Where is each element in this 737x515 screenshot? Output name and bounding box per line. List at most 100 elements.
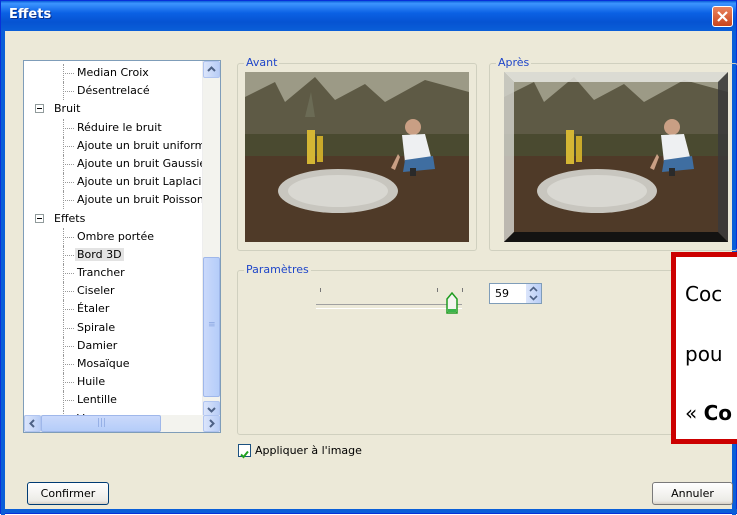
collapse-icon[interactable] <box>35 213 44 223</box>
tutorial-callout: Coc pou « Co <box>671 252 737 444</box>
after-image <box>504 72 728 242</box>
tree-item-label: Damier <box>77 338 118 352</box>
close-icon <box>717 11 728 22</box>
tree-list: Median Croix Désentrelacé Bruit Réduire le … <box>24 64 215 428</box>
chevron-left-icon <box>29 419 35 428</box>
tree-item-label: Bord 3D <box>75 247 124 261</box>
close-button[interactable] <box>712 6 733 27</box>
grip-icon: ≡ <box>208 320 216 330</box>
after-label: Après <box>496 56 532 69</box>
tree-connector <box>63 127 74 129</box>
tree-connector <box>63 91 74 93</box>
tree-item[interactable]: Trancher <box>24 264 210 283</box>
tree-item-label: Réduire le bruit <box>77 120 162 134</box>
garden-photo-before <box>245 72 469 242</box>
tree-connector <box>63 327 74 329</box>
tree-item[interactable]: Ajoute un bruit Laplacien <box>24 173 215 192</box>
tree-item-label: Huile <box>77 375 106 389</box>
before-image <box>245 72 469 242</box>
tree-item[interactable]: Ombre portée <box>24 227 210 246</box>
horizontal-scroll-thumb[interactable]: ||| <box>41 415 161 432</box>
grip-icon: ||| <box>97 418 107 428</box>
tree-item[interactable]: Mosaïque <box>24 355 210 373</box>
apply-to-image-label[interactable]: Appliquer à l'image <box>255 444 362 457</box>
tree-connector <box>63 182 74 184</box>
tree-connector <box>63 400 74 402</box>
tree-item[interactable]: Ajoute un bruit Gaussien <box>24 154 214 173</box>
tree-item[interactable]: Median Croix <box>24 64 210 82</box>
tree-item-label: Ajoute un bruit Gaussien <box>77 156 214 170</box>
window-border-left <box>1 31 5 515</box>
tree-item-label: Ajoute un bruit uniforme <box>77 138 213 152</box>
tree-item[interactable]: Spirale <box>24 318 210 337</box>
scroll-right-button[interactable] <box>203 415 220 432</box>
tree-item[interactable]: Ajoute un bruit Poisson <box>24 191 210 210</box>
tree-connector <box>63 200 74 202</box>
slider-tick <box>320 288 321 292</box>
tree-connector <box>63 345 74 347</box>
tree-item[interactable]: Étaler <box>24 300 210 319</box>
tree-group[interactable]: Bruit <box>24 100 210 118</box>
tree-item-label: Désentrelacé <box>77 84 150 98</box>
tree-connector <box>63 236 74 238</box>
tree-item-label: Spirale <box>77 320 116 334</box>
spinner-buttons[interactable] <box>526 284 541 303</box>
checkmark-icon <box>240 450 249 459</box>
tree-connector <box>63 291 74 293</box>
chevron-up-icon <box>207 66 216 72</box>
tree-vertical-scrollbar[interactable]: ≡ <box>202 61 220 418</box>
callout-line-3-prefix: « <box>685 401 704 425</box>
tree-item[interactable]: Ajoute un bruit uniforme <box>24 136 213 155</box>
tree-connector <box>63 73 74 74</box>
tree-item[interactable]: Huile <box>24 373 210 392</box>
parameters-label: Paramètres <box>244 263 311 276</box>
tree-item[interactable]: Réduire le bruit <box>24 118 210 137</box>
parameter-slider-track[interactable] <box>316 304 462 309</box>
cancel-button[interactable]: Annuler <box>652 482 733 505</box>
scroll-thumb[interactable]: ≡ <box>203 257 220 397</box>
slider-tick <box>462 288 463 292</box>
tree-item-label: Bruit <box>54 102 81 116</box>
effects-tree[interactable]: Median Croix Désentrelacé Bruit Réduire le … <box>23 60 221 433</box>
callout-line-3: « Co <box>685 401 732 425</box>
slider-thumb-icon <box>446 291 458 314</box>
tree-item[interactable]: Lentille <box>24 391 210 410</box>
tree-item[interactable]: Désentrelacé <box>24 82 210 101</box>
tree-item-label: Mosaïque <box>77 357 130 370</box>
callout-line-3-bold: Co <box>703 401 733 425</box>
scroll-up-button[interactable] <box>203 61 220 78</box>
tree-item-label: Étaler <box>77 302 110 316</box>
tree-group[interactable]: Effets <box>24 210 210 228</box>
collapse-icon[interactable] <box>35 104 44 114</box>
scroll-left-button[interactable] <box>24 415 41 432</box>
callout-line-2: pou <box>685 342 723 366</box>
confirm-button[interactable]: Confirmer <box>27 482 109 505</box>
tree-item[interactable]: Ciseler <box>24 282 210 301</box>
tree-item-label: Trancher <box>77 266 125 280</box>
parameter-value[interactable]: 59 <box>495 287 509 300</box>
tree-connector <box>63 145 74 147</box>
tree-item-label: Lentille <box>77 393 117 407</box>
tree-connector <box>63 382 74 384</box>
tree-connector <box>63 364 74 365</box>
effects-dialog: Effets Median Croix Désentrelacé Bruit Rédu… <box>0 0 737 515</box>
parameter-slider-thumb[interactable] <box>446 291 458 314</box>
chevron-right-icon <box>209 419 215 428</box>
before-label: Avant <box>244 56 280 69</box>
tree-connector <box>63 254 74 256</box>
window-border-bottom <box>1 509 737 513</box>
tree-item[interactable]: Bord 3D <box>24 245 210 264</box>
tree-item[interactable]: Damier <box>24 336 210 355</box>
tree-connector <box>63 163 74 165</box>
spin-arrows-icon <box>529 286 538 301</box>
title-bar[interactable]: Effets <box>1 1 736 31</box>
tree-item-label: Ajoute un bruit Laplacien <box>77 175 216 189</box>
parameter-value-spinner[interactable]: 59 <box>489 283 542 304</box>
window-title: Effets <box>9 7 52 22</box>
tree-horizontal-scrollbar[interactable]: ||| <box>24 415 220 432</box>
tree-item-label: Ajoute un bruit Poisson <box>77 193 204 207</box>
apply-to-image-checkbox[interactable] <box>238 444 251 459</box>
slider-tick <box>437 288 438 292</box>
tree-connector <box>63 309 74 311</box>
callout-line-1: Coc <box>685 282 723 306</box>
